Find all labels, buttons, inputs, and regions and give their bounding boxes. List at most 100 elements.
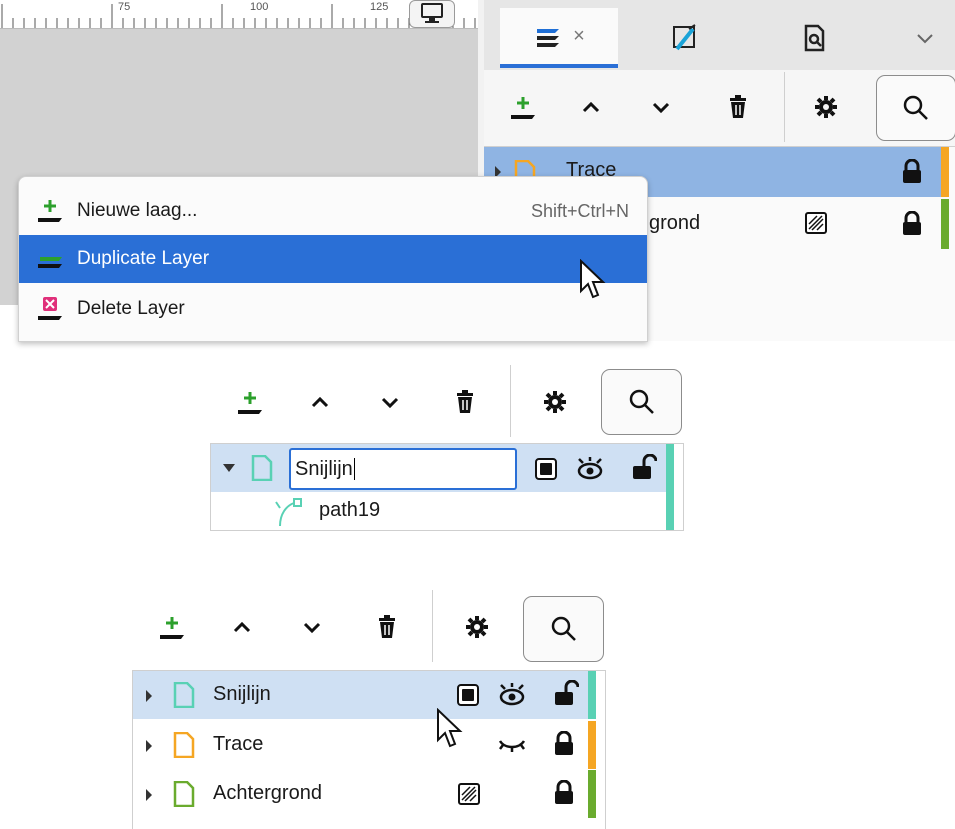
gear-icon <box>815 96 837 118</box>
layer-color-swatch[interactable] <box>666 444 674 530</box>
lock-icon[interactable] <box>901 211 923 237</box>
chevron-down-icon <box>652 102 670 114</box>
add-layer-button[interactable] <box>228 380 272 424</box>
highlight-color-icon[interactable] <box>535 458 557 480</box>
raise-layer-button[interactable] <box>220 605 264 649</box>
mouse-cursor-icon <box>437 708 463 748</box>
blend-mode-icon[interactable] <box>457 782 481 806</box>
settings-button[interactable] <box>804 85 848 129</box>
expand-arrow-icon[interactable] <box>143 738 155 754</box>
search-button[interactable] <box>523 596 604 662</box>
tab-close-icon[interactable]: × <box>573 25 585 48</box>
highlight-color-icon[interactable] <box>457 684 479 706</box>
layer-rename-input[interactable]: Snijlijn <box>289 448 517 490</box>
menu-item-new-layer[interactable]: Nieuwe laag... Shift+Ctrl+N <box>19 187 647 235</box>
display-mode-button[interactable] <box>409 0 455 28</box>
toolbar-separator <box>784 72 785 142</box>
duplicate-layer-icon <box>38 257 62 268</box>
tab-layers-objects[interactable]: × <box>500 8 618 68</box>
layers-icon <box>537 29 560 47</box>
menu-item-label: Duplicate Layer <box>77 248 210 269</box>
layers-panel-rename: Snijlijn path19 <box>208 365 685 531</box>
menu-item-duplicate-layer[interactable]: Duplicate Layer <box>19 235 647 283</box>
lock-icon[interactable] <box>553 780 575 806</box>
search-icon <box>903 95 928 120</box>
settings-button[interactable] <box>533 380 577 424</box>
text-caret <box>353 458 355 480</box>
layer-color-swatch[interactable] <box>588 671 596 719</box>
menu-item-shortcut: Shift+Ctrl+N <box>530 200 629 221</box>
gear-icon <box>466 616 488 638</box>
horizontal-ruler: 75 100 125 <box>0 0 478 29</box>
chevron-down-icon <box>381 397 399 409</box>
dock-tabbar: × <box>484 0 955 70</box>
raise-layer-button[interactable] <box>569 85 613 129</box>
toolbar-separator <box>510 365 511 437</box>
unlock-icon[interactable] <box>553 680 579 708</box>
eye-visible-icon[interactable] <box>497 681 527 707</box>
raise-layer-button[interactable] <box>298 380 342 424</box>
chevron-up-icon <box>233 621 251 633</box>
layer-name: Snijlijn <box>213 683 271 705</box>
search-button[interactable] <box>876 75 955 141</box>
chevron-up-icon <box>311 396 329 408</box>
delete-layer-button[interactable] <box>716 85 760 129</box>
layers-panel-result: Snijlijn Trace Achtergrond <box>130 590 607 829</box>
trash-icon <box>457 390 473 413</box>
expand-arrow-icon[interactable] <box>143 787 155 803</box>
path-object-icon <box>275 498 302 526</box>
layer-color-swatch[interactable] <box>588 770 596 818</box>
eye-visible-icon[interactable] <box>575 455 605 481</box>
layer-icon <box>251 455 273 481</box>
eye-hidden-icon[interactable] <box>497 735 527 757</box>
search-icon <box>629 389 654 414</box>
delete-layer-button[interactable] <box>365 605 409 649</box>
document-properties-icon <box>804 24 825 52</box>
add-layer-button[interactable] <box>150 605 194 649</box>
layer-color-swatch[interactable] <box>941 147 949 197</box>
layer-name: Achtergrond <box>213 782 322 804</box>
layer-color-swatch[interactable] <box>941 199 949 249</box>
chevron-up-icon <box>582 101 600 113</box>
object-row[interactable]: path19 <box>211 493 666 531</box>
settings-button[interactable] <box>455 605 499 649</box>
tab-fill-stroke[interactable] <box>624 8 744 68</box>
add-layer-icon <box>238 392 262 414</box>
layer-row[interactable]: Snijlijn <box>211 444 666 492</box>
chevron-down-icon <box>303 622 321 634</box>
lower-layer-button[interactable] <box>639 85 683 129</box>
lock-icon[interactable] <box>553 731 575 757</box>
monitor-icon <box>421 3 443 23</box>
search-icon <box>551 616 576 641</box>
layer-icon <box>173 732 195 758</box>
ruler-label: 125 <box>370 1 389 13</box>
layer-name: grond <box>649 212 701 234</box>
trash-icon <box>379 615 395 638</box>
layers-toolbar <box>484 72 955 142</box>
tab-document-properties[interactable] <box>754 8 874 68</box>
add-layer-button[interactable] <box>501 85 545 129</box>
object-name: path19 <box>319 499 381 521</box>
toolbar-separator <box>432 590 433 662</box>
add-layer-icon <box>160 617 184 639</box>
new-layer-icon <box>38 200 62 222</box>
layer-icon <box>173 682 195 708</box>
blend-mode-icon[interactable] <box>804 211 828 235</box>
menu-item-delete-layer[interactable]: Delete Layer <box>19 285 647 333</box>
search-button[interactable] <box>601 369 682 435</box>
trash-icon <box>730 95 746 118</box>
lower-layer-button[interactable] <box>290 605 334 649</box>
unlock-icon[interactable] <box>631 454 657 482</box>
layer-color-swatch[interactable] <box>588 721 596 769</box>
lower-layer-button[interactable] <box>368 380 412 424</box>
tab-overflow-chevron[interactable] <box>894 8 955 68</box>
delete-layer-button[interactable] <box>443 380 487 424</box>
layer-row[interactable]: Trace <box>133 721 588 769</box>
layer-row[interactable]: Achtergrond <box>133 770 588 818</box>
collapse-arrow-icon[interactable] <box>221 462 237 474</box>
lock-icon[interactable] <box>901 159 923 185</box>
add-layer-icon <box>511 97 535 119</box>
gear-icon <box>544 391 566 413</box>
layer-row[interactable]: Snijlijn <box>133 671 588 719</box>
expand-arrow-icon[interactable] <box>143 688 155 704</box>
